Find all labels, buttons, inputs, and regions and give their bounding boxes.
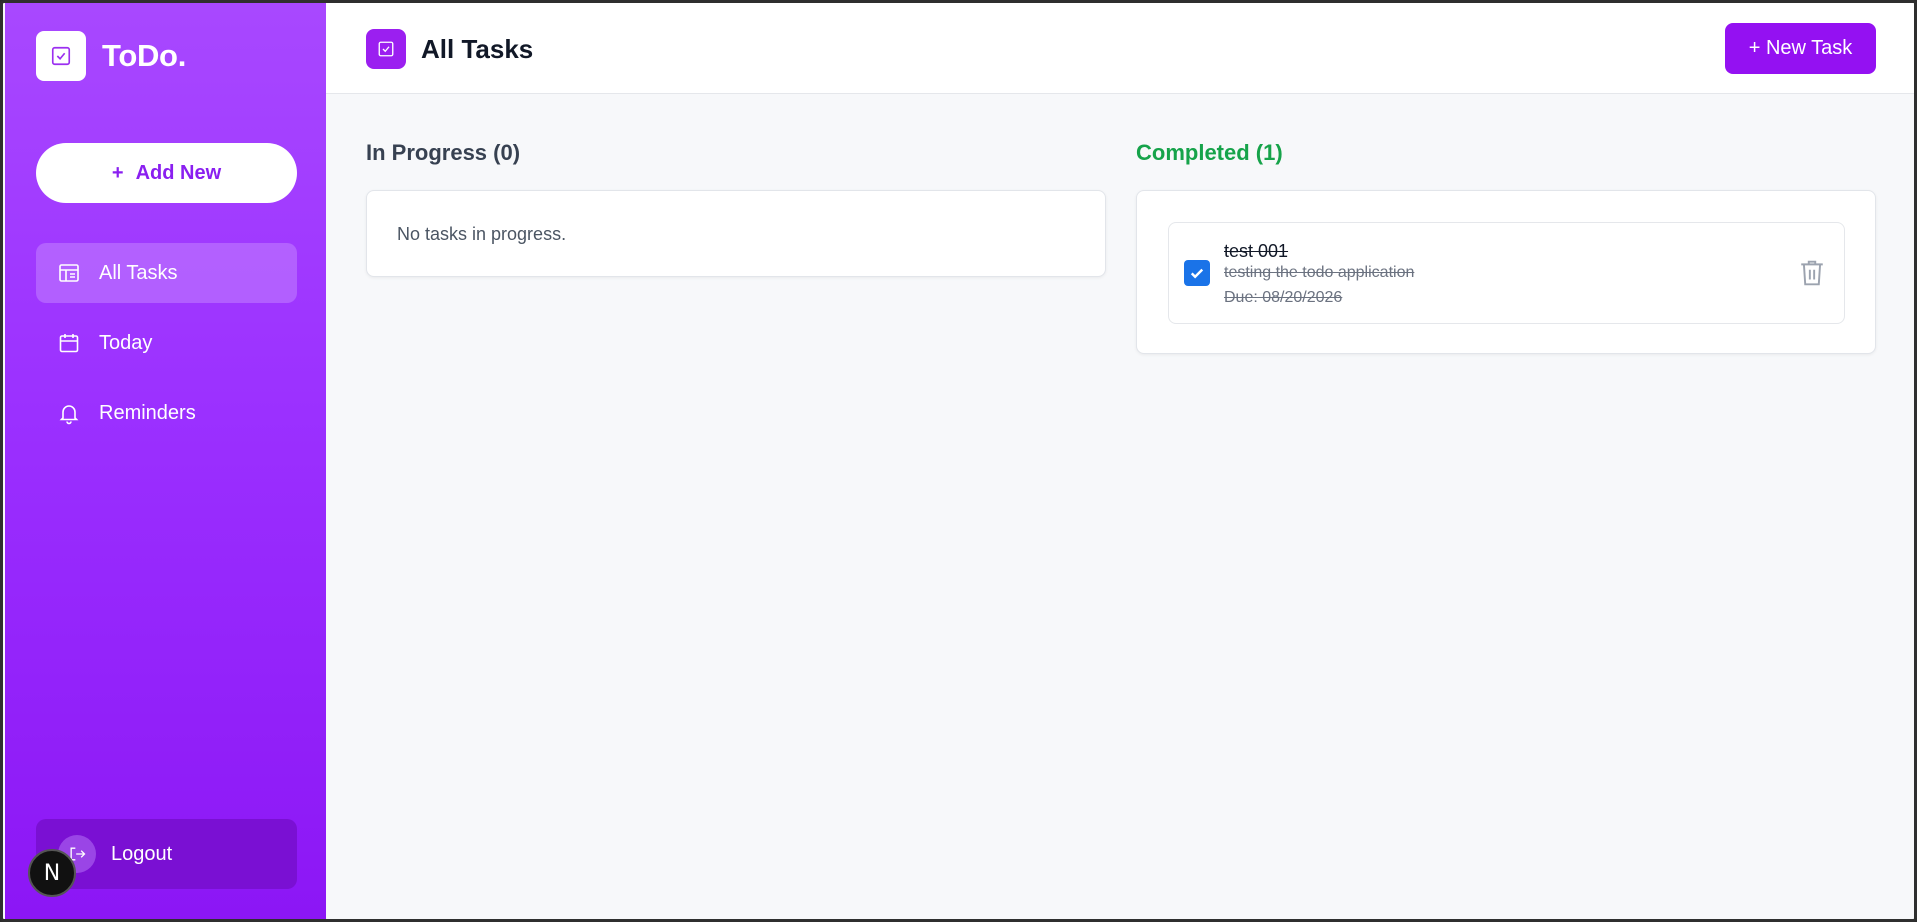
add-new-label: Add New: [135, 161, 222, 184]
sidebar-item-label: Today: [99, 331, 153, 354]
brand-logo-icon: [36, 31, 86, 81]
top-bar: All Tasks + New Task: [326, 3, 1914, 94]
sidebar-item-label: All Tasks: [99, 261, 178, 284]
completed-title: Completed (1): [1136, 140, 1283, 165]
new-task-button[interactable]: + New Task: [1725, 23, 1876, 74]
app-window: ToDo. + Add New All Tasks Today Reminder…: [0, 0, 1917, 922]
add-new-button[interactable]: + Add New: [36, 143, 297, 203]
task-due-date: Due: 08/20/2026: [1224, 289, 1343, 306]
sidebar-item-all-tasks[interactable]: All Tasks: [36, 243, 297, 303]
logout-label: Logout: [111, 842, 173, 865]
in-progress-column: No tasks in progress.: [366, 190, 1106, 277]
plus-icon: +: [111, 161, 124, 184]
check-icon: [1190, 268, 1204, 279]
sidebar: ToDo. + Add New All Tasks Today Reminder…: [5, 3, 326, 919]
in-progress-title: In Progress (0): [366, 140, 521, 165]
page-title: All Tasks: [421, 34, 534, 64]
completed-column: test 001 testing the todo application Du…: [1136, 190, 1876, 354]
check-square-icon: [366, 29, 406, 69]
brand-name: ToDo.: [102, 38, 187, 73]
task-description: testing the todo application: [1224, 264, 1415, 281]
task-checkbox[interactable]: [1184, 260, 1210, 286]
trash-icon[interactable]: [1797, 258, 1827, 288]
sidebar-item-label: Reminders: [99, 401, 196, 424]
sidebar-item-reminders[interactable]: Reminders: [36, 383, 297, 443]
bell-icon: [56, 400, 82, 426]
task-title: test 001: [1224, 241, 1289, 261]
dev-badge[interactable]: N: [28, 849, 76, 897]
empty-state-text: No tasks in progress.: [397, 224, 567, 244]
brand: ToDo.: [36, 31, 186, 81]
calendar-icon: [56, 330, 82, 356]
task-card: test 001 testing the todo application Du…: [1168, 222, 1845, 324]
main-content: All Tasks + New Task In Progress (0) No …: [326, 3, 1914, 919]
layout-icon: [56, 260, 82, 286]
sidebar-item-today[interactable]: Today: [36, 313, 297, 373]
